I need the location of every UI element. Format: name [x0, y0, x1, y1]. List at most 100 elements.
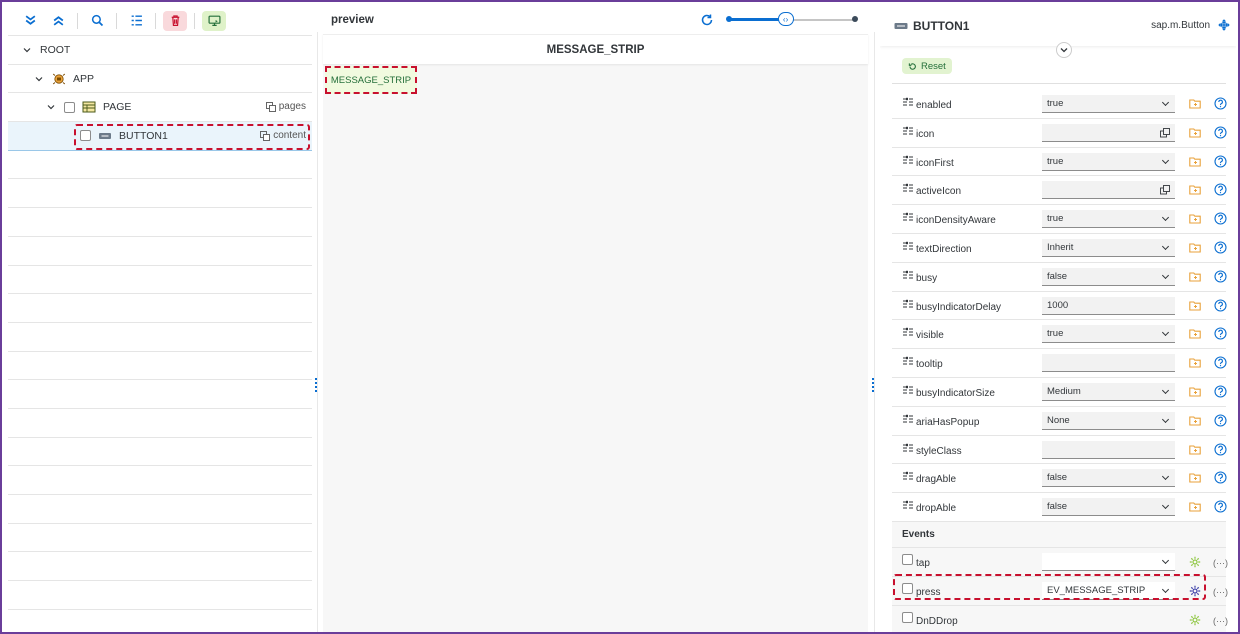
property-icon — [903, 270, 913, 279]
reset-button[interactable]: Reset — [902, 58, 952, 74]
help-icon[interactable] — [1214, 385, 1227, 398]
toolbar-separator — [155, 12, 156, 29]
tree-empty-row — [8, 208, 312, 237]
tree-node-checkbox[interactable] — [80, 130, 91, 142]
property-row-dropAble: dropAble false — [892, 493, 1227, 522]
property-row-busy: busy false — [892, 263, 1227, 292]
event-handler-field[interactable]: EV_MESSAGE_STRIP — [1042, 581, 1175, 600]
folder-icon[interactable] — [1189, 98, 1201, 109]
property-name: enabled — [916, 100, 952, 111]
help-icon[interactable] — [1214, 299, 1227, 312]
chevron-down-icon[interactable] — [22, 45, 32, 55]
zoom-slider-handle[interactable]: ‹› — [777, 12, 794, 26]
folder-icon[interactable] — [1189, 501, 1201, 512]
property-name: iconFirst — [916, 157, 954, 169]
property-name: busy — [916, 272, 938, 284]
folder-icon[interactable] — [1189, 415, 1201, 426]
collapse-header-button[interactable] — [1056, 42, 1072, 58]
property-value-field[interactable]: true — [1042, 325, 1175, 344]
property-value-field[interactable]: false — [1042, 469, 1175, 488]
folder-icon[interactable] — [1189, 357, 1201, 368]
property-value-field[interactable]: true — [1042, 152, 1175, 171]
help-icon[interactable] — [1214, 443, 1227, 456]
preview-title: preview — [331, 14, 374, 26]
code-icon[interactable]: (···) — [1213, 558, 1228, 568]
property-value-field[interactable] — [1042, 181, 1175, 200]
folder-icon[interactable] — [1189, 213, 1201, 224]
folder-icon[interactable] — [1189, 386, 1201, 397]
event-checkbox[interactable] — [902, 582, 913, 594]
property-value-field[interactable] — [1042, 123, 1175, 142]
help-icon[interactable] — [1214, 327, 1227, 340]
event-checkbox[interactable] — [902, 611, 913, 623]
property-value-field[interactable]: false — [1042, 267, 1175, 286]
property-value-field[interactable] — [1042, 440, 1175, 459]
folder-icon[interactable] — [1189, 444, 1201, 455]
expand-all-button[interactable] — [18, 11, 42, 31]
property-value-field[interactable]: false — [1042, 498, 1175, 517]
code-icon[interactable]: (···) — [1213, 616, 1228, 626]
search-button[interactable] — [85, 11, 109, 31]
event-handler-field[interactable] — [1042, 552, 1175, 571]
right-splitter-handle[interactable] — [870, 378, 876, 392]
help-icon[interactable] — [1214, 471, 1227, 484]
delete-button[interactable] — [163, 10, 187, 31]
chevron-down-icon[interactable] — [46, 102, 56, 112]
folder-icon[interactable] — [1189, 328, 1201, 339]
tree-node-checkbox[interactable] — [64, 101, 75, 113]
property-value-field[interactable]: 1000 — [1042, 296, 1175, 315]
message-strip[interactable]: MESSAGE_STRIP — [325, 66, 417, 94]
help-icon[interactable] — [1214, 97, 1227, 110]
folder-icon[interactable] — [1189, 127, 1201, 138]
tree-node-button1[interactable]: BUTTON1 content — [8, 122, 312, 151]
property-icon — [903, 443, 913, 452]
event-handler-value: EV_MESSAGE_STRIP — [1047, 584, 1146, 596]
property-name: busyIndicatorSize — [916, 387, 995, 399]
help-icon[interactable] — [1214, 126, 1227, 139]
refresh-icon[interactable] — [700, 13, 714, 27]
code-icon[interactable]: (···) — [1213, 587, 1228, 597]
property-value-field[interactable]: None — [1042, 411, 1175, 430]
gear-icon[interactable] — [1189, 614, 1201, 626]
preview-toggle-button[interactable] — [202, 10, 226, 31]
help-icon[interactable] — [1214, 155, 1227, 168]
property-value-field[interactable]: true — [1042, 95, 1175, 113]
navigate-icon[interactable] — [1218, 19, 1230, 31]
help-icon[interactable] — [1214, 183, 1227, 196]
folder-icon[interactable] — [1189, 472, 1201, 483]
help-icon[interactable] — [1214, 356, 1227, 369]
help-icon[interactable] — [1214, 212, 1227, 225]
folder-icon[interactable] — [1189, 156, 1201, 167]
property-name: iconDensityAware — [916, 215, 996, 227]
tree-node-page[interactable]: PAGE pages — [8, 93, 312, 123]
property-name: activeIcon — [916, 186, 962, 198]
property-icon — [903, 299, 913, 308]
collapse-all-button[interactable] — [46, 11, 70, 31]
property-value-field[interactable]: Inherit — [1042, 238, 1175, 257]
help-icon[interactable] — [1214, 241, 1227, 254]
property-value-field[interactable]: true — [1042, 210, 1175, 229]
tree-node-app[interactable]: APP — [8, 65, 312, 94]
value-help-icon[interactable] — [1160, 127, 1170, 138]
tree-node-root[interactable]: ROOT — [8, 36, 312, 65]
tree-list-button[interactable] — [124, 11, 148, 31]
tree-empty-row — [8, 237, 312, 266]
folder-icon[interactable] — [1189, 184, 1201, 195]
help-icon[interactable] — [1214, 270, 1227, 283]
property-value-field[interactable] — [1042, 354, 1175, 373]
panel-divider — [874, 32, 875, 632]
help-icon[interactable] — [1214, 414, 1227, 427]
left-splitter-handle[interactable] — [313, 378, 319, 392]
aggregation-text: content — [273, 130, 306, 142]
folder-icon[interactable] — [1189, 242, 1201, 253]
folder-icon[interactable] — [1189, 300, 1201, 311]
gear-icon[interactable] — [1189, 556, 1201, 568]
help-icon[interactable] — [1214, 500, 1227, 513]
property-value-field[interactable]: Medium — [1042, 382, 1175, 401]
property-name: icon — [916, 128, 935, 140]
folder-icon[interactable] — [1189, 271, 1201, 282]
event-checkbox[interactable] — [902, 553, 913, 565]
chevron-down-icon[interactable] — [34, 74, 44, 84]
value-help-icon[interactable] — [1160, 185, 1170, 195]
gear-icon[interactable] — [1189, 585, 1201, 597]
